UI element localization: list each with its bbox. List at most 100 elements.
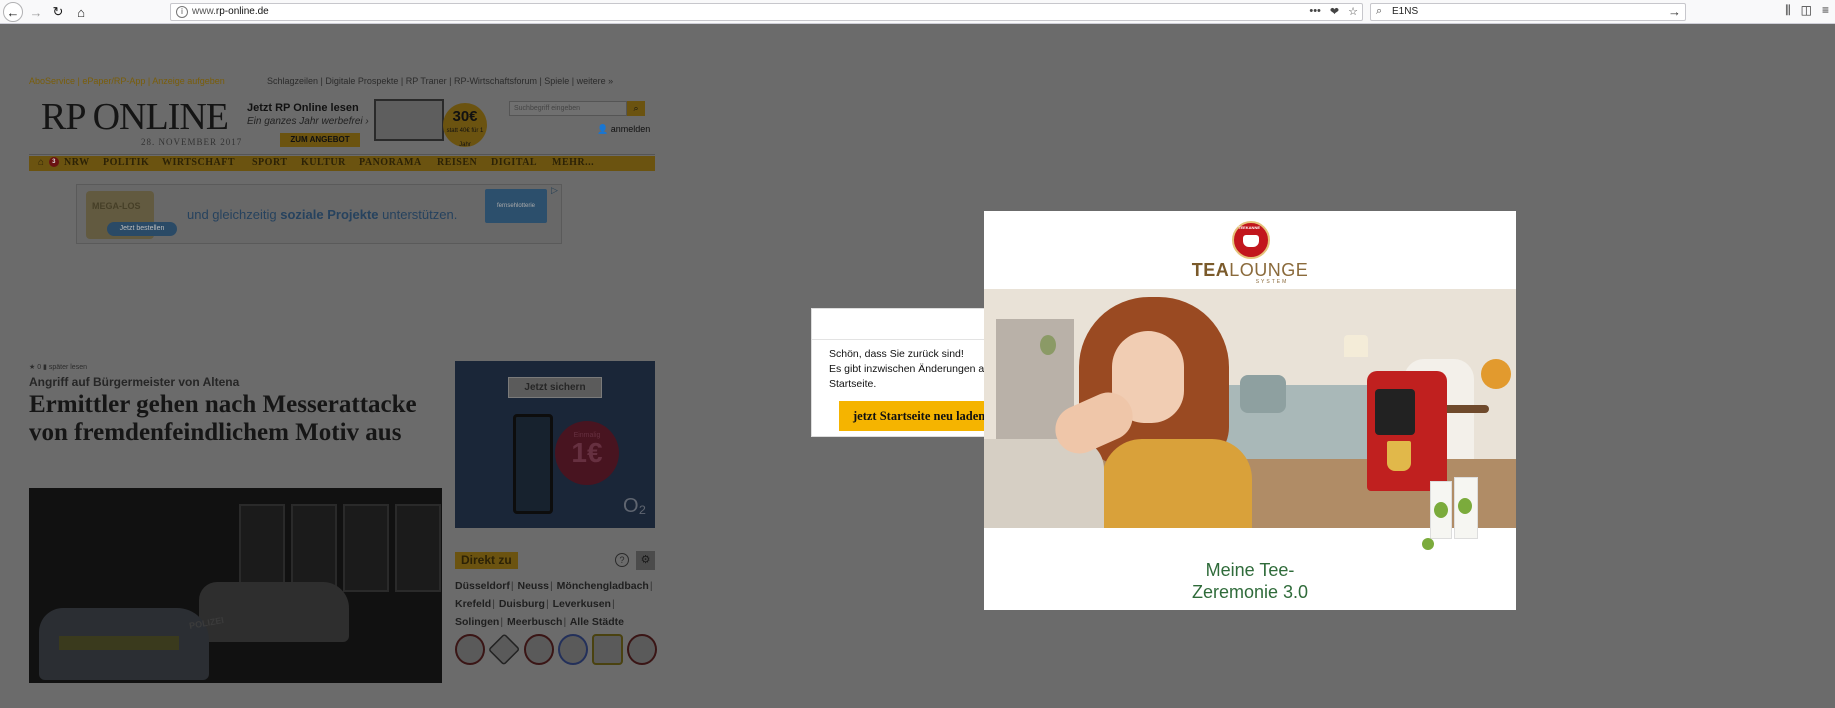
image-window xyxy=(239,504,285,592)
browser-toolbar: ← → ↻ ⌂ i www.rp-online.de ••• ❤ ☆ ⌕ E1N… xyxy=(0,0,1835,24)
article-image[interactable]: POLIZEI xyxy=(29,488,442,683)
toolbar-right: ⫼ ◫ ≡ xyxy=(1785,3,1829,18)
home-button[interactable]: ⌂ xyxy=(71,2,91,22)
search-input[interactable]: E1NS xyxy=(1392,6,1418,17)
page-actions-icon[interactable]: ••• xyxy=(1309,5,1321,18)
notice-divider xyxy=(812,339,992,340)
tealounge-logo: TEALOUNGE xyxy=(1191,260,1309,280)
tea-box-image xyxy=(1430,481,1452,539)
article-meta[interactable]: ★ 0 ▮ später lesen xyxy=(29,363,87,371)
image-police-car xyxy=(39,608,209,680)
help-icon[interactable]: ? xyxy=(615,553,629,567)
search-icon: ⌕ xyxy=(1376,5,1383,17)
settings-icon[interactable]: ⚙ xyxy=(636,551,655,570)
search-go-icon[interactable]: → xyxy=(1668,4,1681,19)
teekanne-emblem-icon: TEEKANNE xyxy=(1232,221,1270,259)
fernsehlotterie-logo: fernsehlotterie xyxy=(485,189,547,223)
tealounge-logo-sub: SYSTEM xyxy=(1255,279,1289,285)
club-crest-icon[interactable] xyxy=(626,634,657,665)
nav-item-reisen[interactable]: REISEN xyxy=(437,157,477,168)
bookmark-star-icon[interactable]: ☆ xyxy=(1348,5,1358,18)
service-links[interactable]: AboService | ePaper/RP-App | Anzeige auf… xyxy=(29,76,225,86)
sidebar-icon[interactable]: ◫ xyxy=(1801,3,1812,18)
nav-item-kultur[interactable]: KULTUR xyxy=(301,157,346,168)
login-link[interactable]: 👤 anmelden xyxy=(597,124,650,135)
forward-button[interactable]: → xyxy=(26,2,46,22)
o2-cta-button[interactable]: Jetzt sichern xyxy=(508,377,602,398)
site-search-input[interactable]: Suchbegriff eingeben xyxy=(509,101,627,116)
library-icon[interactable]: ⫼ xyxy=(1785,3,1791,18)
image-car xyxy=(199,582,349,642)
nav-item-nrw[interactable]: NRW xyxy=(64,157,90,168)
tealounge-ad-overlay[interactable]: TEEKANNE TEALOUNGE SYSTEM Meine Tee- Zer… xyxy=(984,211,1516,610)
price-badge: 30€ statt 40€ für 1 Jahr xyxy=(443,103,487,148)
nav-item-wirtschaft[interactable]: WIRTSCHAFT xyxy=(162,157,235,168)
ad-slogan: Meine Tee- Zeremonie 3.0 xyxy=(1191,560,1309,602)
city-link[interactable]: Solingen xyxy=(455,616,499,628)
forward-icon: → xyxy=(29,4,43,20)
search-bar[interactable]: ⌕ E1NS → xyxy=(1370,3,1686,21)
promo-headline[interactable]: Jetzt RP Online lesen xyxy=(247,102,359,114)
club-crest-icon[interactable] xyxy=(455,634,486,665)
notice-message: Schön, dass Sie zurück sind! Es gibt inz… xyxy=(829,348,991,390)
phone-image xyxy=(513,414,553,514)
return-notice-dialog: Schön, dass Sie zurück sind! Es gibt inz… xyxy=(811,308,992,438)
pocket-icon[interactable]: ❤ xyxy=(1330,5,1339,18)
home-nav-icon[interactable]: ⌂ xyxy=(38,157,45,168)
ad-text: und gleichzeitig soziale Projekte unters… xyxy=(187,207,458,222)
menu-icon[interactable]: ≡ xyxy=(1822,3,1829,18)
promo-button[interactable]: ZUM ANGEBOT xyxy=(280,133,360,147)
site-search-icon[interactable]: ⌕ xyxy=(627,101,645,116)
article-kicker[interactable]: Angriff auf Bürgermeister von Altena xyxy=(29,375,239,389)
club-crest-icon[interactable] xyxy=(523,634,554,665)
order-button[interactable]: Jetzt bestellen xyxy=(107,222,177,236)
image-window xyxy=(343,504,389,592)
city-link[interactable]: Leverkusen xyxy=(553,598,611,610)
url-actions: ••• ❤ ☆ xyxy=(1309,5,1358,18)
reload-button[interactable]: ↻ xyxy=(48,2,68,22)
site-header: RP ONLINE 28. NOVEMBER 2017 Jetzt RP Onl… xyxy=(29,91,655,155)
nav-item-panorama[interactable]: PANORAMA xyxy=(359,157,422,168)
tea-capsule-image xyxy=(1422,538,1434,550)
o2-ad[interactable]: Jetzt sichern Einmalig 1€ O₂ xyxy=(455,361,655,528)
city-link[interactable]: Alle Städte xyxy=(570,616,624,628)
article-headline[interactable]: Ermittler gehen nach Messerattacke von f… xyxy=(29,391,441,447)
notice-content: Schön, dass Sie zurück sind! Es gibt inz… xyxy=(812,309,992,438)
city-link[interactable]: Düsseldorf xyxy=(455,580,510,592)
info-icon[interactable]: i xyxy=(176,6,188,18)
reload-homepage-button[interactable]: jetzt Startseite neu laden xyxy=(839,401,992,431)
price-coin: Einmalig 1€ xyxy=(555,421,619,485)
devices-image xyxy=(374,99,444,141)
user-icon: 👤 xyxy=(597,124,609,134)
site-date: 28. NOVEMBER 2017 xyxy=(141,137,243,147)
nav-item-mehr[interactable]: MEHR... xyxy=(552,157,594,168)
club-crest-icon[interactable] xyxy=(557,634,589,665)
city-link[interactable]: Meerbusch xyxy=(507,616,562,628)
club-crests xyxy=(455,633,657,666)
reload-icon: ↻ xyxy=(52,4,64,19)
back-icon: ← xyxy=(6,4,20,20)
city-link[interactable]: Neuss xyxy=(518,580,550,592)
city-link[interactable]: Mönchengladbach xyxy=(557,580,649,592)
direkt-zu-title: Direkt zu xyxy=(455,552,518,569)
nav-item-politik[interactable]: POLITIK xyxy=(103,157,149,168)
site-logo[interactable]: RP ONLINE xyxy=(41,95,229,139)
club-crest-icon[interactable] xyxy=(592,634,623,665)
home-icon: ⌂ xyxy=(77,4,85,20)
o2-logo: O₂ xyxy=(623,495,647,517)
ad-choices-icon[interactable]: ▷ xyxy=(551,185,558,196)
promo-subline[interactable]: Ein ganzes Jahr werbefrei › xyxy=(247,116,369,127)
back-button[interactable]: ← xyxy=(3,2,23,22)
main-navigation: ⌂ 3 NRW POLITIK WIRTSCHAFT SPORT KULTUR … xyxy=(29,156,655,171)
url-bar[interactable]: i www.rp-online.de ••• ❤ ☆ xyxy=(170,3,1363,21)
url-text[interactable]: www.rp-online.de xyxy=(192,6,269,17)
lottery-ad-banner[interactable]: MEGA-LOS Jetzt bestellen und gleichzeiti… xyxy=(76,184,562,244)
tea-box-image xyxy=(1454,477,1478,539)
club-crest-icon[interactable] xyxy=(488,633,521,666)
nav-item-digital[interactable]: DIGITAL xyxy=(491,157,537,168)
section-links[interactable]: Schlagzeilen | Digitale Prospekte | RP T… xyxy=(267,76,613,86)
image-window xyxy=(395,504,441,592)
nav-item-sport[interactable]: SPORT xyxy=(252,157,288,168)
city-link[interactable]: Duisburg xyxy=(499,598,545,610)
city-link[interactable]: Krefeld xyxy=(455,598,491,610)
